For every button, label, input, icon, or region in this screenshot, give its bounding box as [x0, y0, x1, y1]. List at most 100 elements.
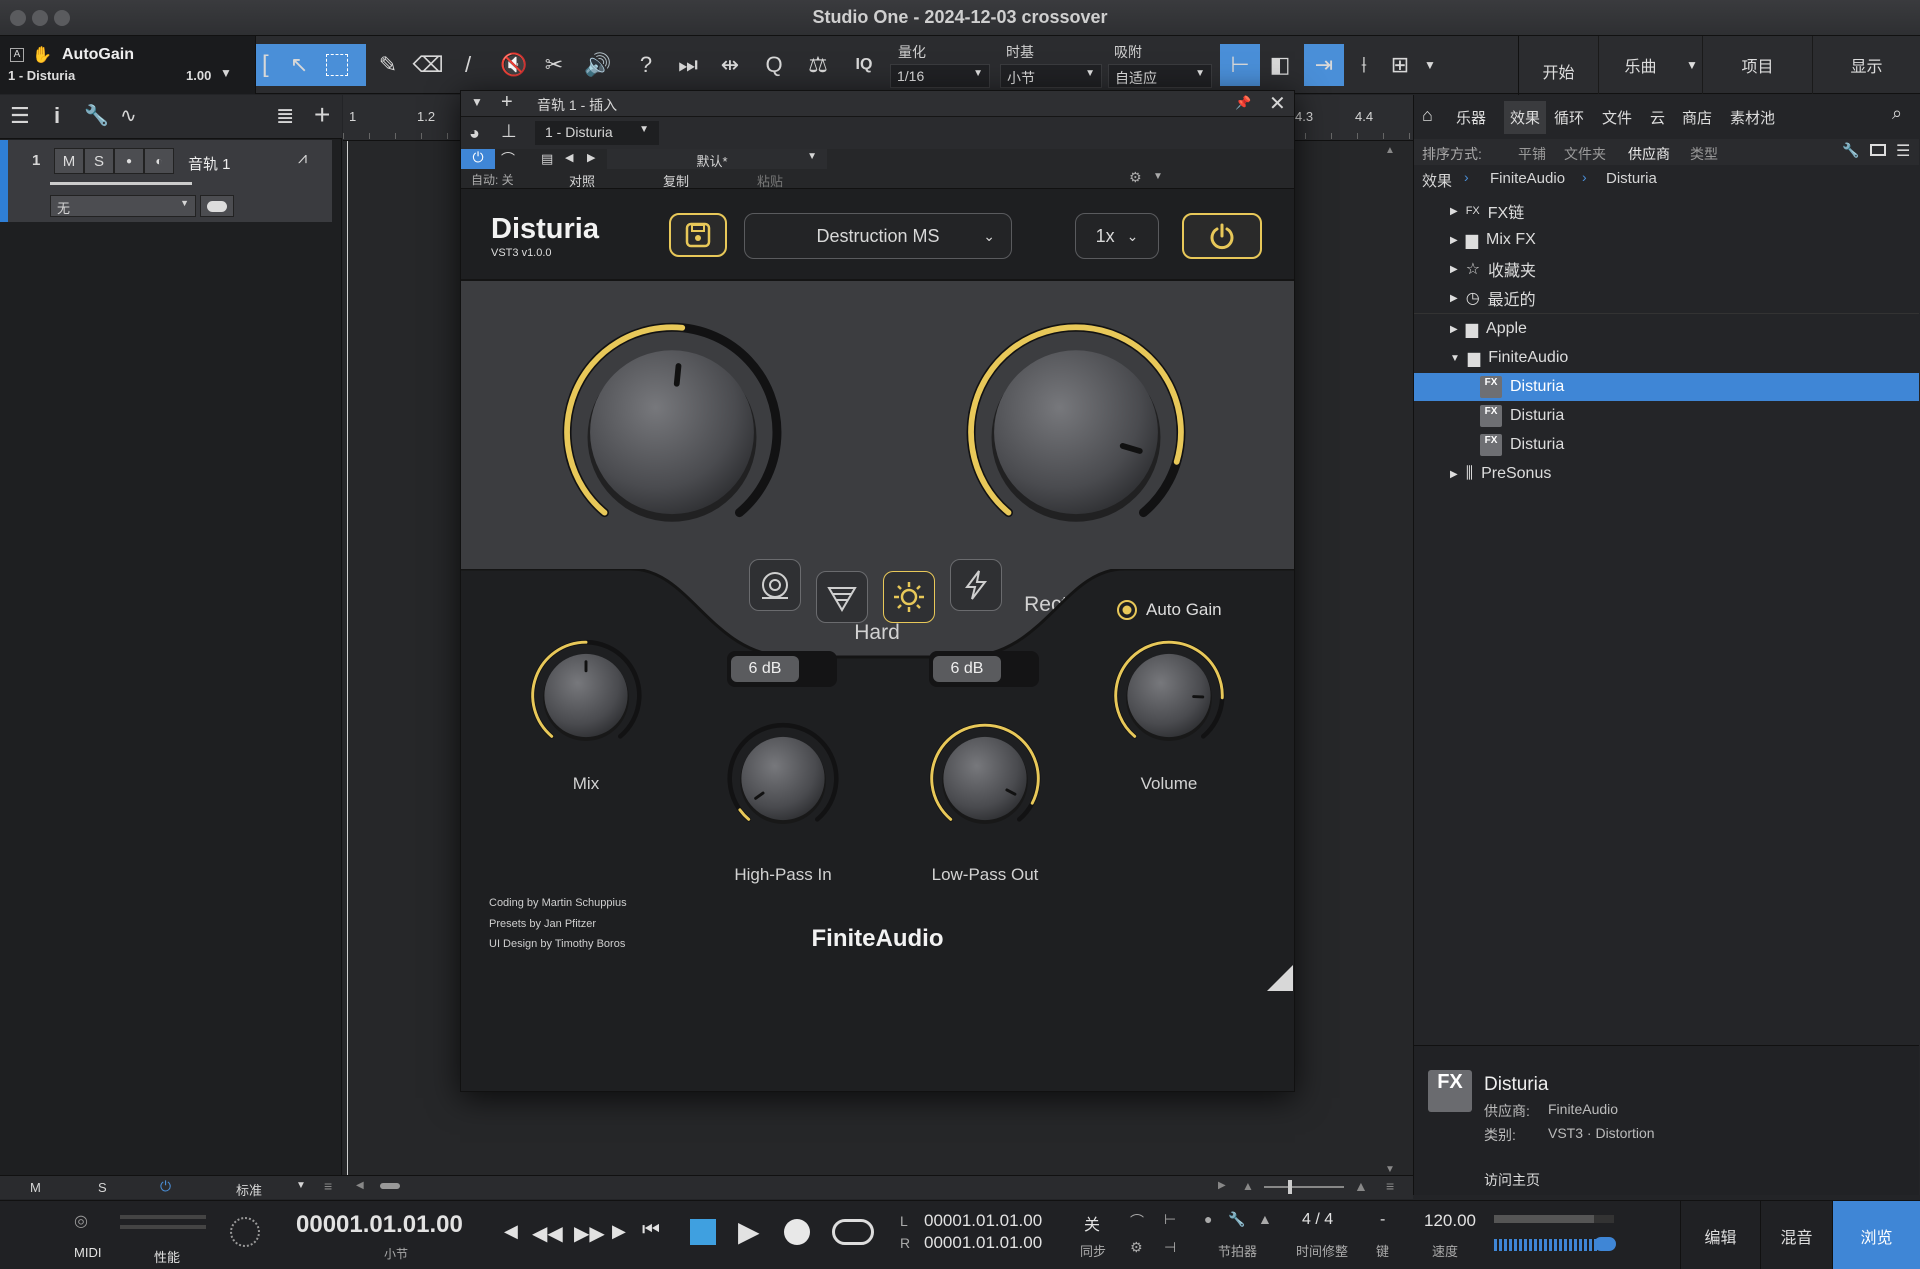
- position-unit[interactable]: 小节: [384, 1245, 408, 1262]
- wrench-icon[interactable]: 🔧: [1842, 142, 1859, 159]
- horizontal-scrollbar[interactable]: ◀: [356, 1180, 1216, 1194]
- track-name[interactable]: 音轨 1: [188, 153, 231, 174]
- mode-fold-button[interactable]: [816, 571, 868, 623]
- timebase-select[interactable]: 小节 ▼: [1000, 64, 1102, 88]
- mute-button[interactable]: M: [54, 148, 84, 174]
- tab-instruments[interactable]: 乐器: [1456, 107, 1486, 128]
- paint-tool-icon[interactable]: /: [450, 44, 486, 86]
- status-m[interactable]: M: [30, 1180, 41, 1195]
- scroll-right-icon[interactable]: ▶: [1218, 1180, 1226, 1191]
- settings-icon[interactable]: ⚙: [1130, 1239, 1143, 1256]
- minimize-window-icon[interactable]: [32, 10, 48, 26]
- pencil-tool-icon[interactable]: ✎: [370, 44, 406, 86]
- master-volume-bar[interactable]: [1494, 1239, 1598, 1251]
- close-icon[interactable]: ✕: [1269, 91, 1286, 116]
- stop-button[interactable]: [690, 1219, 716, 1245]
- key-value[interactable]: -: [1380, 1211, 1385, 1229]
- fast-forward-icon[interactable]: ▶▶: [574, 1221, 605, 1246]
- snap-to-cursor-icon[interactable]: ⊢: [1220, 44, 1260, 86]
- monitor-button[interactable]: ◐: [144, 148, 174, 174]
- mute-tool-icon[interactable]: 🔇: [496, 44, 532, 86]
- tab-pool[interactable]: 素材池: [1730, 107, 1775, 128]
- search-icon[interactable]: ⌕: [1892, 103, 1902, 124]
- gain-value[interactable]: 1.00: [186, 68, 211, 83]
- breadcrumb-vendor[interactable]: FiniteAudio: [1490, 170, 1565, 187]
- boost-knob[interactable]: [531, 311, 813, 551]
- lowpass-slope-switch[interactable]: 6 dB: [929, 651, 1039, 687]
- layout-icon[interactable]: [1870, 144, 1886, 156]
- precount-icon[interactable]: ⌒: [1130, 1211, 1144, 1231]
- gain-dropdown-icon[interactable]: ▼: [220, 66, 232, 80]
- preset-prev-icon[interactable]: ◀: [565, 151, 573, 164]
- metronome-icon[interactable]: ▲: [1258, 1211, 1272, 1227]
- auto-mode[interactable]: 自动: 关: [471, 171, 514, 188]
- vertical-scrollbar[interactable]: ▲ ▼: [1385, 145, 1399, 1175]
- compare-button[interactable]: 对照: [569, 171, 595, 190]
- list-icon[interactable]: ≡: [324, 1178, 332, 1194]
- insert-select[interactable]: 1 - Disturia ▼: [535, 121, 659, 145]
- plugin-power-button[interactable]: [1182, 213, 1262, 259]
- split-tool-icon[interactable]: ✂: [536, 44, 572, 86]
- arrow-tool-icon[interactable]: ↖: [290, 52, 308, 78]
- track-options-icon[interactable]: ≣: [276, 103, 294, 129]
- paste-button[interactable]: 粘贴: [757, 171, 783, 190]
- position-display[interactable]: 00001.01.01.00: [296, 1211, 463, 1239]
- snap-to-event-icon[interactable]: ◧: [1262, 44, 1298, 86]
- visit-homepage-link[interactable]: 访问主页: [1484, 1170, 1540, 1190]
- collapse-icon[interactable]: ▼: [471, 95, 483, 109]
- split-cursor-icon[interactable]: ⟊: [1346, 44, 1382, 86]
- input-toggle[interactable]: [200, 195, 234, 217]
- settings-dropdown-icon[interactable]: ▼: [1153, 171, 1163, 182]
- record-button[interactable]: ●: [114, 148, 144, 174]
- browser-item-fxchain[interactable]: ▶ FX FX链: [1414, 197, 1919, 225]
- help-icon[interactable]: ?: [628, 44, 664, 86]
- zoom-out-icon[interactable]: ▲: [1242, 1179, 1254, 1193]
- inspector-icon[interactable]: i: [54, 103, 60, 129]
- bypass-dial-icon[interactable]: ◕: [469, 123, 480, 144]
- status-mode[interactable]: 标准: [236, 1180, 262, 1199]
- preset-select[interactable]: 默认* ▼: [607, 149, 827, 169]
- browser-item-mixfx[interactable]: ▶ ▆ Mix FX: [1414, 226, 1919, 254]
- preset-next-icon[interactable]: ▶: [587, 151, 595, 164]
- snap-select[interactable]: 自适应 ▼: [1108, 64, 1212, 88]
- prev-marker-icon[interactable]: ◀: [504, 1221, 518, 1242]
- master-volume-toggle[interactable]: [1594, 1237, 1616, 1251]
- nav-song[interactable]: 乐曲: [1598, 36, 1682, 94]
- iq-button[interactable]: IQ: [846, 44, 882, 86]
- autoscroll-icon[interactable]: ⇥: [1304, 44, 1344, 86]
- resize-handle[interactable]: [1267, 965, 1293, 991]
- auto-gain-toggle[interactable]: Auto Gain: [1116, 599, 1222, 621]
- add-track-icon[interactable]: +: [314, 99, 330, 131]
- loop-end[interactable]: 00001.01.01.00: [924, 1233, 1042, 1253]
- nav-browse[interactable]: 浏览: [1832, 1201, 1920, 1269]
- sort-flat[interactable]: 平铺: [1518, 144, 1546, 164]
- plugin-settings-icon[interactable]: ⚙: [1129, 169, 1142, 186]
- browser-item-apple[interactable]: ▶ ▆ Apple: [1414, 315, 1919, 343]
- nav-project[interactable]: 项目: [1702, 36, 1812, 94]
- copy-button[interactable]: 复制: [663, 171, 689, 190]
- home-icon[interactable]: ⌂: [1422, 105, 1433, 126]
- sort-vendor[interactable]: 供应商: [1628, 144, 1670, 164]
- status-s[interactable]: S: [98, 1180, 107, 1195]
- snap-events-icon[interactable]: ⇹: [712, 44, 748, 86]
- zoom-window-icon[interactable]: [54, 10, 70, 26]
- song-dropdown-icon[interactable]: ▼: [1682, 36, 1702, 94]
- grid-dropdown-icon[interactable]: ▼: [1412, 44, 1448, 86]
- track-row[interactable]: 1 M S ● ◐ 音轨 1 ⩘ 无 ▼: [0, 140, 332, 222]
- tab-effects[interactable]: 效果: [1504, 101, 1547, 134]
- zoom-icon[interactable]: Q: [756, 44, 792, 86]
- snap-grid-icon[interactable]: ⏭: [670, 44, 706, 86]
- browser-item-disturia-vst3[interactable]: FX Disturia: [1414, 373, 1919, 401]
- sort-folder[interactable]: 文件夹: [1564, 144, 1606, 164]
- wrench-icon[interactable]: 🔧: [84, 103, 109, 128]
- sidechain-icon[interactable]: ⌒: [501, 149, 515, 169]
- lowpass-knob[interactable]: [910, 714, 1060, 844]
- solo-button[interactable]: S: [84, 148, 114, 174]
- loop-button[interactable]: [832, 1219, 874, 1245]
- mix-knob[interactable]: [511, 631, 661, 761]
- sync-value[interactable]: 关: [1084, 1211, 1100, 1235]
- volume-knob[interactable]: [1094, 631, 1244, 761]
- input-select[interactable]: 无 ▼: [50, 195, 196, 217]
- browser-item-presonus[interactable]: ▶ ⫼ PreSonus: [1414, 460, 1919, 488]
- breadcrumb-plugin[interactable]: Disturia: [1606, 170, 1657, 187]
